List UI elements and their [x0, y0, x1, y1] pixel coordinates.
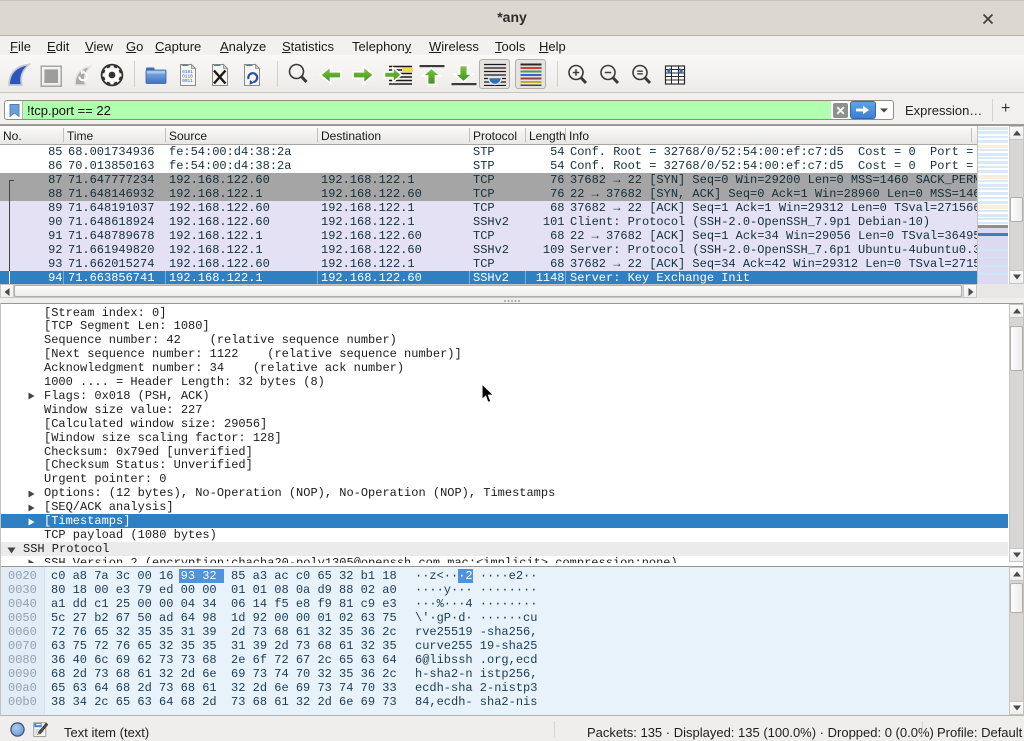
- svg-text:0011: 0011: [182, 79, 193, 84]
